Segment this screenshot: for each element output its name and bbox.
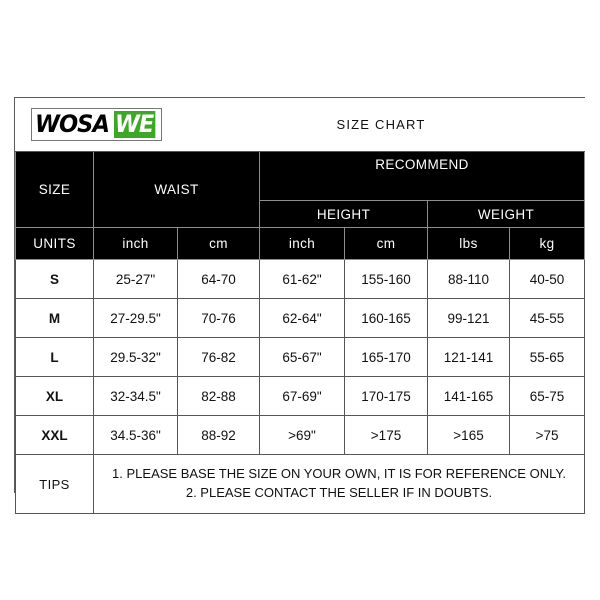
cell-waist-inch: 27-29.5" [92, 298, 179, 338]
header-height: HEIGHT [259, 200, 429, 228]
table-row: XXL 34.5-36" 88-92 >69" >175 >165 >75 [15, 415, 586, 455]
cell-waist-inch: 29.5-32" [92, 337, 179, 377]
header-unit-waist-cm: cm [177, 227, 261, 260]
cell-weight-lbs: 88-110 [427, 259, 511, 299]
cell-height-inch: 67-69" [259, 376, 346, 416]
header-size: SIZE [15, 151, 94, 228]
cell-height-cm: 170-175 [344, 376, 429, 416]
cell-height-cm: 155-160 [344, 259, 429, 299]
table-row: L 29.5-32" 76-82 65-67" 165-170 121-141 … [15, 337, 586, 377]
cell-waist-cm: 82-88 [177, 376, 261, 416]
cell-waist-cm: 64-70 [177, 259, 261, 299]
tips-text: 1. PLEASE BASE THE SIZE ON YOUR OWN, IT … [92, 454, 586, 514]
size-chart-container: WOSA WE SIZE CHART SIZE WAIST RECOMMEND H… [14, 97, 586, 514]
cell-size: L [15, 337, 94, 377]
cell-weight-kg: 45-55 [509, 298, 586, 338]
tips-label: TIPS [15, 454, 94, 514]
cell-height-cm: 165-170 [344, 337, 429, 377]
tips-line-1: 1. PLEASE BASE THE SIZE ON YOUR OWN, IT … [112, 466, 566, 482]
cell-height-inch: 65-67" [259, 337, 346, 377]
cell-weight-lbs: 141-165 [427, 376, 511, 416]
header-unit-weight-kg: kg [509, 227, 586, 260]
logo-inner: WOSA WE [35, 111, 158, 138]
cell-waist-cm: 76-82 [177, 337, 261, 377]
logo-box: WOSA WE [31, 108, 162, 141]
cell-height-cm: 160-165 [344, 298, 429, 338]
cell-weight-lbs: 99-121 [427, 298, 511, 338]
header-units-label: UNITS [15, 227, 94, 260]
cell-size: S [15, 259, 94, 299]
header-unit-waist-inch: inch [92, 227, 179, 260]
cell-weight-kg: 40-50 [509, 259, 586, 299]
cell-size: M [15, 298, 94, 338]
cell-waist-inch: 25-27" [92, 259, 179, 299]
size-chart-table: WOSA WE SIZE CHART SIZE WAIST RECOMMEND H… [15, 98, 586, 514]
tips-line-2: 2. PLEASE CONTACT THE SELLER IF IN DOUBT… [185, 485, 493, 500]
header-row-units: UNITS inch cm inch cm lbs kg [15, 227, 586, 260]
cell-height-inch: 61-62" [259, 259, 346, 299]
cell-weight-kg: 55-65 [509, 337, 586, 377]
cell-weight-kg: >75 [509, 415, 586, 455]
header-unit-height-inch: inch [259, 227, 346, 260]
table-row: S 25-27" 64-70 61-62" 155-160 88-110 40-… [15, 259, 586, 299]
cell-waist-inch: 34.5-36" [92, 415, 179, 455]
page-title: SIZE CHART [177, 98, 585, 152]
header-recommend: RECOMMEND [259, 151, 586, 201]
header-unit-height-cm: cm [344, 227, 429, 260]
cell-weight-lbs: 121-141 [427, 337, 511, 377]
cell-waist-cm: 70-76 [177, 298, 261, 338]
table-row: M 27-29.5" 70-76 62-64" 160-165 99-121 4… [15, 298, 586, 338]
header-waist: WAIST [92, 151, 261, 228]
cell-weight-lbs: >165 [427, 415, 511, 455]
brand-logo: WOSA WE [15, 98, 178, 152]
header-unit-weight-lbs: lbs [427, 227, 511, 260]
chart-title-row: WOSA WE SIZE CHART [15, 98, 585, 152]
header-weight: WEIGHT [427, 200, 586, 228]
header-row-top: SIZE WAIST RECOMMEND [15, 151, 586, 228]
cell-height-inch: >69" [259, 415, 346, 455]
cell-waist-cm: 88-92 [177, 415, 261, 455]
logo-text-green: WE [113, 110, 156, 138]
cell-weight-kg: 65-75 [509, 376, 586, 416]
cell-height-cm: >175 [344, 415, 429, 455]
cell-height-inch: 62-64" [259, 298, 346, 338]
cell-waist-inch: 32-34.5" [92, 376, 179, 416]
cell-size: XL [15, 376, 94, 416]
logo-text-dark: WOSA [35, 110, 110, 138]
tips-row: TIPS 1. PLEASE BASE THE SIZE ON YOUR OWN… [15, 454, 586, 514]
table-row: XL 32-34.5" 82-88 67-69" 170-175 141-165… [15, 376, 586, 416]
cell-size: XXL [15, 415, 94, 455]
